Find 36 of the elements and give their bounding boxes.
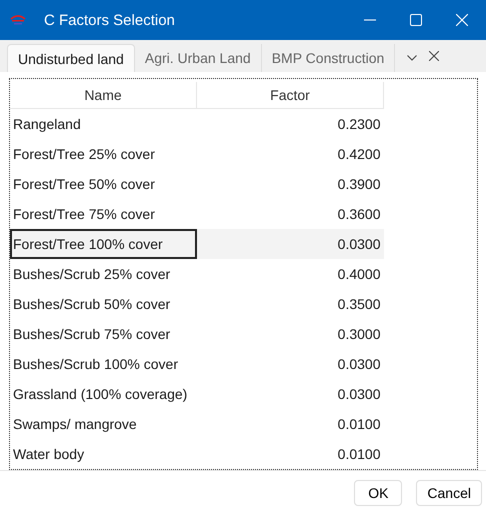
table-cell-text: 0.0100: [336, 445, 382, 464]
table-cell: 0.2300: [196, 108, 384, 139]
table-cell: Forest/Tree 100% cover: [10, 229, 196, 259]
table-cell-text: 0.0300: [336, 385, 382, 404]
table-cell: 0.4000: [196, 259, 384, 289]
table-cell-text: 0.3900: [336, 175, 382, 194]
table-cell: Bushes/Scrub 25% cover: [10, 259, 196, 289]
tab[interactable]: Agri. Urban Land: [134, 44, 262, 72]
table-cell-text: Swamps/ mangrove: [12, 415, 138, 434]
table-cell: Forest/Tree 75% cover: [10, 199, 196, 229]
close-icon[interactable]: [429, 51, 440, 61]
chevron-down-icon[interactable]: [407, 55, 418, 61]
table-cell-text: 0.4200: [336, 145, 382, 164]
maximize-icon[interactable]: [410, 14, 422, 26]
window-title: C Factors Selection: [44, 12, 176, 28]
table-cell-text: Water body: [12, 445, 86, 464]
app-icon: [10, 13, 26, 27]
cancel-button[interactable]: Cancel: [416, 480, 482, 506]
table-cell-text: Grassland (100% coverage): [12, 385, 188, 404]
table-cell-text: 0.0300: [336, 355, 382, 374]
ok-button[interactable]: OK: [354, 480, 402, 506]
table-cell-text: 0.0100: [336, 415, 382, 434]
table-cell: Rangeland: [10, 108, 196, 139]
table-cell: 0.3600: [196, 199, 384, 229]
tab[interactable]: Undisturbed land: [7, 44, 135, 72]
table-cell-text: Forest/Tree 50% cover: [12, 175, 156, 194]
table-cell-text: Bushes/Scrub 50% cover: [12, 295, 172, 314]
table-cell-text: Bushes/Scrub 100% cover: [12, 355, 179, 374]
tab[interactable]: BMP Construction: [262, 44, 396, 72]
table-cell-text: Bushes/Scrub 75% cover: [12, 325, 172, 344]
column-header[interactable]: Factor: [196, 82, 384, 108]
table-cell-text: 0.3500: [336, 295, 382, 314]
table-cell: 0.0300: [196, 229, 384, 259]
table-cell-text: 0.3000: [336, 325, 382, 344]
table-cell-text: Forest/Tree 25% cover: [12, 145, 156, 164]
column-header[interactable]: Name: [10, 82, 196, 108]
